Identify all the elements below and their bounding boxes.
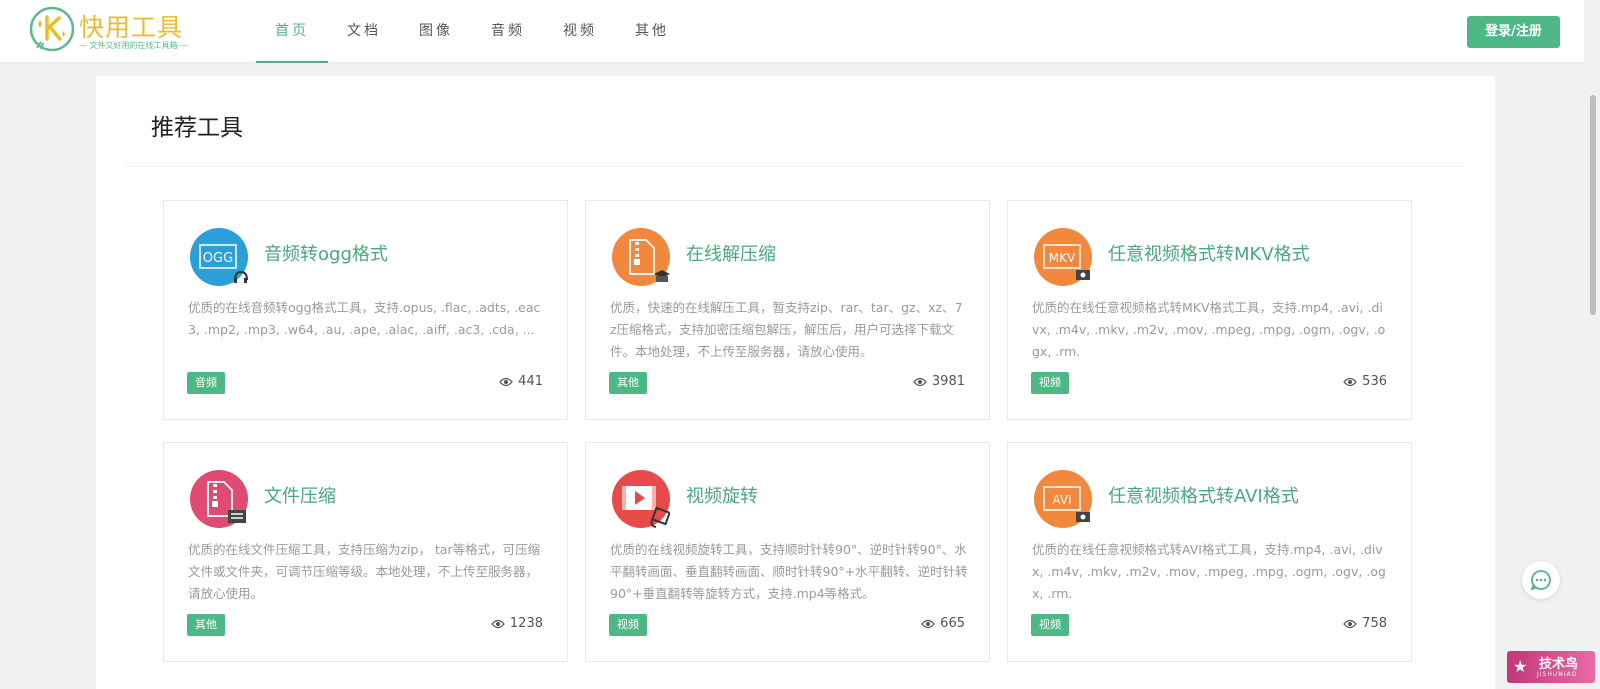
view-count: 3981 [913, 374, 965, 389]
card-title[interactable]: 音频转ogg格式 [264, 240, 388, 266]
nav-item-audio[interactable]: 音频 [472, 0, 544, 63]
tool-card-compress[interactable]: 文件压缩 优质的在线文件压缩工具，支持压缩为zip， tar等格式，可压缩文件或… [163, 442, 568, 662]
card-title[interactable]: 视频旋转 [686, 482, 758, 508]
tool-card-unzip[interactable]: 在线解压缩 优质，快速的在线解压工具，暂支持zip、rar、tar、gz、xz、… [585, 200, 990, 420]
eye-icon [1343, 619, 1357, 628]
video-rotate-icon [612, 470, 670, 528]
main-panel: 推荐工具 OGG 音频转ogg格式 优质的在线音频转ogg格式工具，支持.opu… [96, 76, 1495, 689]
ogg-audio-icon: OGG [190, 228, 248, 286]
eye-icon [499, 377, 513, 386]
eye-icon [1343, 377, 1357, 386]
tool-card-ogg[interactable]: OGG 音频转ogg格式 优质的在线音频转ogg格式工具，支持.opus, .f… [163, 200, 568, 420]
badge-text: 技术鸟 [1539, 657, 1579, 672]
mkv-video-icon: MKV [1034, 228, 1092, 286]
nav-item-video[interactable]: 视频 [544, 0, 616, 63]
chat-support-button[interactable] [1522, 561, 1560, 599]
svg-text:MKV: MKV [1049, 251, 1076, 265]
view-count-value: 1238 [509, 616, 543, 631]
view-count: 441 [499, 374, 543, 389]
nav-item-home[interactable]: 首页 [256, 0, 328, 63]
section-title: 推荐工具 [151, 115, 243, 141]
category-tag[interactable]: 其他 [609, 372, 647, 394]
card-description: 优质，快速的在线解压工具，暂支持zip、rar、tar、gz、xz、7z压缩格式… [610, 300, 963, 359]
tool-card-video-rotate[interactable]: 视频旋转 优质的在线视频旋转工具，支持顺时针转90°、逆时针转90°、水平翻转画… [585, 442, 990, 662]
eye-icon [913, 377, 927, 386]
nav-item-docs[interactable]: 文档 [328, 0, 400, 63]
view-count-value: 536 [1362, 374, 1387, 389]
avi-video-icon: AVI [1034, 470, 1092, 528]
top-header: 快用工具 — 文件又好用的在线工具箱 — 首页 文档 图像 音频 视频 其他 登… [0, 0, 1584, 63]
view-count: 536 [1343, 374, 1387, 389]
main-nav: 首页 文档 图像 音频 视频 其他 [256, 0, 688, 63]
card-description: 优质的在线音频转ogg格式工具，支持.opus, .flac, .adts, .… [188, 300, 541, 337]
logo-title: 快用工具 [79, 13, 184, 42]
eye-icon [491, 619, 505, 628]
watermark-badge: ★ 技术鸟 JISHUNIAO [1507, 651, 1595, 683]
nav-item-image[interactable]: 图像 [400, 0, 472, 63]
view-count-value: 758 [1362, 616, 1387, 631]
badge-subtext: JISHUNIAO [1537, 671, 1578, 678]
view-count: 665 [921, 616, 965, 631]
card-title[interactable]: 任意视频格式转MKV格式 [1108, 240, 1310, 266]
card-description: 优质的在线视频旋转工具，支持顺时针转90°、逆时针转90°、水平翻转画面、垂直翻… [610, 542, 968, 601]
category-tag[interactable]: 视频 [609, 614, 647, 636]
category-tag[interactable]: 视频 [1031, 614, 1069, 636]
view-count-value: 665 [940, 616, 965, 631]
star-icon: ★ [1513, 657, 1528, 676]
unzip-archive-icon [612, 228, 670, 286]
card-title[interactable]: 任意视频格式转AVI格式 [1108, 482, 1299, 508]
logo-slogan: — 文件又好用的在线工具箱 — [79, 41, 189, 50]
card-title[interactable]: 在线解压缩 [686, 240, 776, 266]
card-title[interactable]: 文件压缩 [264, 482, 336, 508]
section-divider [126, 166, 1464, 167]
tool-card-avi[interactable]: AVI 任意视频格式转AVI格式 优质的在线任意视频格式转AVI格式工具，支持.… [1007, 442, 1412, 662]
login-register-button[interactable]: 登录/注册 [1467, 16, 1560, 48]
page-scrollbar[interactable] [1584, 0, 1600, 689]
logo-mark-icon [29, 6, 75, 52]
nav-item-other[interactable]: 其他 [616, 0, 688, 63]
chat-bubble-icon [1530, 570, 1551, 591]
card-description: 优质的在线任意视频格式转AVI格式工具，支持.mp4, .avi, .divx,… [1032, 542, 1386, 601]
site-logo[interactable]: 快用工具 — 文件又好用的在线工具箱 — [29, 6, 189, 52]
view-count: 758 [1343, 616, 1387, 631]
category-tag[interactable]: 音频 [187, 372, 225, 394]
svg-text:AVI: AVI [1052, 493, 1071, 507]
svg-text:OGG: OGG [203, 251, 233, 266]
scrollbar-thumb[interactable] [1590, 95, 1596, 315]
category-tag[interactable]: 视频 [1031, 372, 1069, 394]
card-description: 优质的在线任意视频格式转MKV格式工具，支持.mp4, .avi, .divx,… [1032, 300, 1386, 359]
view-count-value: 3981 [931, 374, 965, 389]
view-count-value: 441 [518, 374, 543, 389]
card-description: 优质的在线文件压缩工具，支持压缩为zip， tar等格式，可压缩文件或文件夹，可… [188, 542, 541, 601]
eye-icon [921, 619, 935, 628]
zip-archive-icon [190, 470, 248, 528]
view-count: 1238 [491, 616, 543, 631]
tool-card-mkv[interactable]: MKV 任意视频格式转MKV格式 优质的在线任意视频格式转MKV格式工具，支持.… [1007, 200, 1412, 420]
category-tag[interactable]: 其他 [187, 614, 225, 636]
